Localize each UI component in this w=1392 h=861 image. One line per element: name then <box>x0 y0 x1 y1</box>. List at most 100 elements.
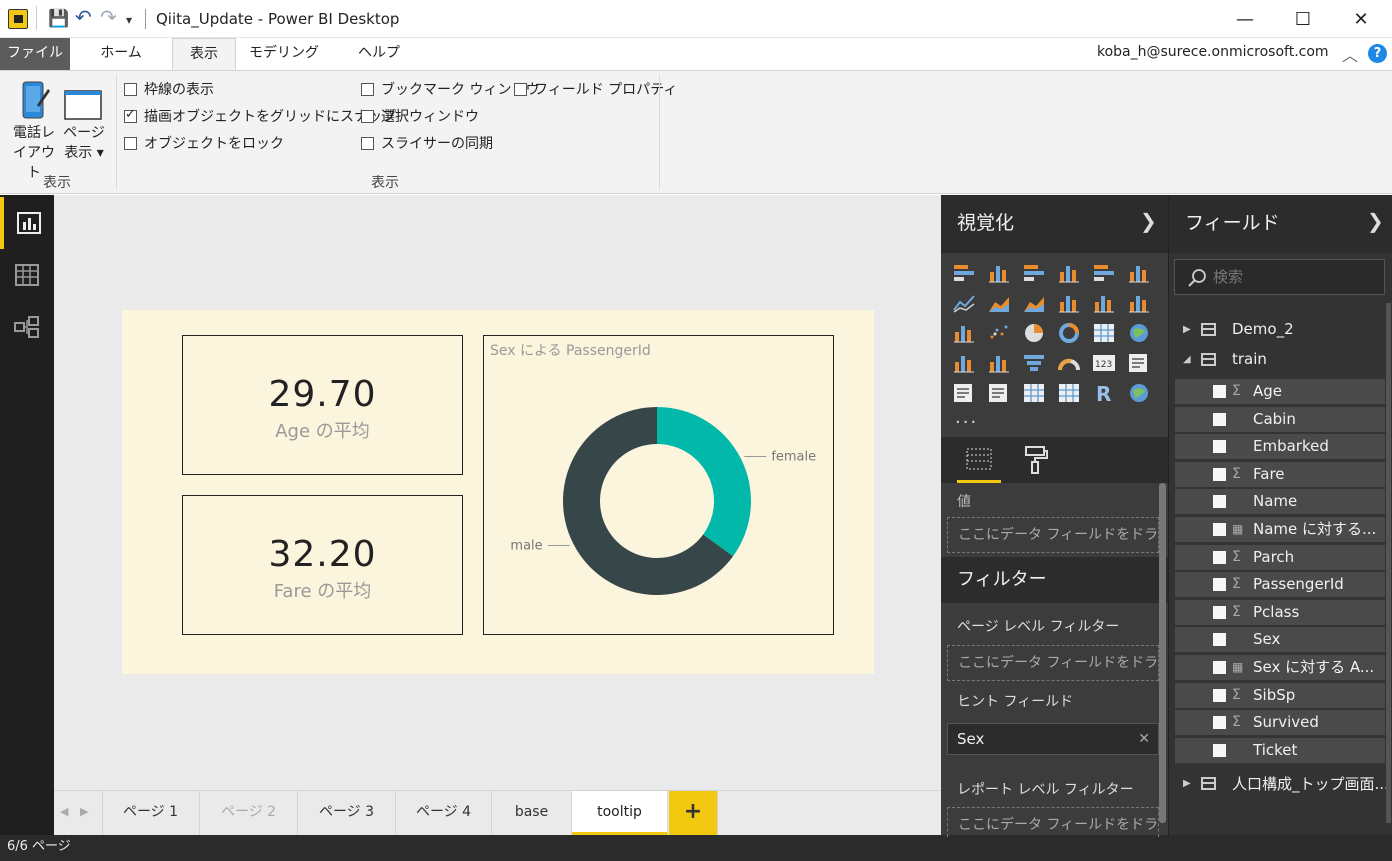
field-checkbox[interactable] <box>1213 743 1226 757</box>
field-item[interactable]: Σ Pclass <box>1175 599 1385 625</box>
r-script-visual-icon[interactable]: R <box>1092 382 1116 404</box>
scroll-left-icon[interactable]: ◀ <box>60 805 68 818</box>
field-checkbox[interactable] <box>1213 688 1226 702</box>
tab-view[interactable]: 表示 <box>172 38 236 70</box>
redo-icon[interactable]: ↷ <box>100 5 117 29</box>
field-properties-checkbox[interactable]: フィールド プロパティ <box>514 79 677 99</box>
collapse-fields-icon[interactable]: ❯ <box>1367 209 1384 233</box>
page-tab-4[interactable]: ページ 4 <box>396 791 492 835</box>
field-item[interactable]: Σ SibSp <box>1175 682 1385 708</box>
line-visual-icon[interactable] <box>952 292 976 314</box>
maximize-button[interactable]: ☐ <box>1274 0 1332 38</box>
stacked-column-visual-icon[interactable] <box>987 262 1011 284</box>
ribbon-visual-icon[interactable] <box>1127 292 1151 314</box>
collapsed-chevron-icon[interactable]: ▶ <box>1183 324 1193 335</box>
shape-map-visual-icon[interactable] <box>987 352 1011 374</box>
field-item[interactable]: Σ Fare <box>1175 461 1385 487</box>
field-item[interactable]: Σ Age <box>1175 379 1385 404</box>
data-view-button[interactable] <box>0 249 54 301</box>
save-icon[interactable]: 💾 <box>48 9 69 29</box>
field-checkbox[interactable] <box>1213 550 1226 564</box>
field-item[interactable]: Σ Survived <box>1175 710 1385 736</box>
lock-objects-checkbox[interactable]: オブジェクトをロック <box>124 133 284 153</box>
search-input[interactable] <box>1213 265 1373 289</box>
tooltip-field-chip[interactable]: Sex ✕ <box>947 723 1159 755</box>
field-search-box[interactable] <box>1174 259 1385 295</box>
field-checkbox[interactable] <box>1213 578 1226 592</box>
table-item[interactable]: ▶ 人口構成_トップ画面... <box>1183 773 1389 794</box>
sync-slicers-checkbox[interactable]: スライサーの同期 <box>361 133 493 153</box>
format-tab[interactable] <box>1013 437 1057 483</box>
report-view-button[interactable] <box>0 197 54 249</box>
field-item[interactable]: ▦ Sex に対する A... <box>1175 655 1385 680</box>
field-checkbox[interactable] <box>1213 716 1226 730</box>
field-checkbox[interactable] <box>1213 661 1226 674</box>
area-visual-icon[interactable] <box>987 292 1011 314</box>
checkbox-icon[interactable] <box>361 109 374 123</box>
page-tab-2[interactable]: ページ 2 <box>200 791 298 835</box>
checkbox-icon[interactable] <box>124 82 137 96</box>
field-checkbox[interactable] <box>1213 440 1226 454</box>
field-item[interactable]: Sex <box>1175 627 1385 653</box>
pie-visual-icon[interactable] <box>1022 322 1046 344</box>
age-average-card[interactable]: 29.70 Age の平均 <box>182 335 463 475</box>
field-checkbox[interactable] <box>1213 495 1226 509</box>
tab-help[interactable]: ヘルプ <box>344 38 414 70</box>
stacked-bar-visual-icon[interactable] <box>952 262 976 284</box>
field-item[interactable]: Name <box>1175 489 1385 515</box>
add-page-button[interactable]: + <box>669 791 718 835</box>
checkbox-icon[interactable] <box>361 82 374 96</box>
gauge-visual-icon[interactable] <box>1057 352 1081 374</box>
card-visual-icon[interactable]: 123 <box>1092 352 1116 374</box>
selection-pane-checkbox[interactable]: 選択ウィンドウ <box>361 106 479 126</box>
field-item[interactable]: Σ Parch <box>1175 544 1385 570</box>
undo-icon[interactable]: ↶ <box>75 5 92 29</box>
table-visual-icon[interactable] <box>1022 382 1046 404</box>
page-filter-drop-zone[interactable]: ここにデータ フィールドをドラッグ... <box>947 645 1159 681</box>
more-visuals-icon[interactable]: ... <box>955 407 978 428</box>
checkbox-icon[interactable] <box>514 82 527 96</box>
minimize-button[interactable]: — <box>1216 0 1274 38</box>
clustered-column-visual-icon[interactable] <box>1057 262 1081 284</box>
field-item[interactable]: ▦ Name に対する... <box>1175 517 1385 542</box>
field-checkbox[interactable] <box>1213 385 1226 398</box>
report-filter-drop-zone[interactable]: ここにデータ フィールドをドラッグ... <box>947 807 1159 837</box>
field-item[interactable]: Σ PassengerId <box>1175 572 1385 598</box>
collapse-ribbon-icon[interactable]: ︿ <box>1342 42 1358 66</box>
phone-layout-button[interactable]: 電話レ イアウト <box>8 79 60 181</box>
close-button[interactable]: ✕ <box>1332 0 1390 38</box>
line-clustered-visual-icon[interactable] <box>1092 292 1116 314</box>
account-email[interactable]: koba_h@surece.onmicrosoft.com <box>1097 44 1329 60</box>
page-tab-1[interactable]: ページ 1 <box>102 791 200 835</box>
tab-modeling[interactable]: モデリング <box>244 38 324 70</box>
expanded-chevron-icon[interactable]: ◢ <box>1183 354 1193 365</box>
filled-map-visual-icon[interactable] <box>952 352 976 374</box>
stacked-area-visual-icon[interactable] <box>1022 292 1046 314</box>
100-bar-visual-icon[interactable] <box>1092 262 1116 284</box>
field-checkbox[interactable] <box>1213 605 1226 619</box>
kpi-visual-icon[interactable] <box>952 382 976 404</box>
field-checkbox[interactable] <box>1213 412 1226 426</box>
page-tab-tooltip[interactable]: tooltip <box>572 791 668 835</box>
scrollbar[interactable] <box>1159 483 1166 823</box>
relationships-view-button[interactable] <box>0 301 54 353</box>
funnel-visual-icon[interactable] <box>1022 352 1046 374</box>
multirow-card-visual-icon[interactable] <box>1127 352 1151 374</box>
values-drop-zone[interactable]: ここにデータ フィールドをドラッグ... <box>947 517 1159 553</box>
bookmarks-pane-checkbox[interactable]: ブックマーク ウィンドウ <box>361 79 539 99</box>
fare-average-card[interactable]: 32.20 Fare の平均 <box>182 495 463 635</box>
collapsed-chevron-icon[interactable]: ▶ <box>1183 778 1193 789</box>
globe-visual-icon[interactable] <box>1127 382 1151 404</box>
field-item[interactable]: Cabin <box>1175 406 1385 432</box>
scrollbar[interactable] <box>1386 303 1391 823</box>
field-checkbox[interactable] <box>1213 633 1226 647</box>
treemap-visual-icon[interactable] <box>1092 322 1116 344</box>
page-view-button[interactable]: ページ 表示 ▾ <box>60 79 108 163</box>
line-column-visual-icon[interactable] <box>1057 292 1081 314</box>
map-visual-icon[interactable] <box>1127 322 1151 344</box>
table-item[interactable]: ◢ train <box>1183 350 1267 368</box>
checkbox-icon[interactable] <box>361 136 374 150</box>
sex-donut-chart[interactable]: Sex による PassengerId female male <box>483 335 834 635</box>
page-tab-3[interactable]: ページ 3 <box>298 791 396 835</box>
help-icon[interactable]: ? <box>1368 44 1387 63</box>
